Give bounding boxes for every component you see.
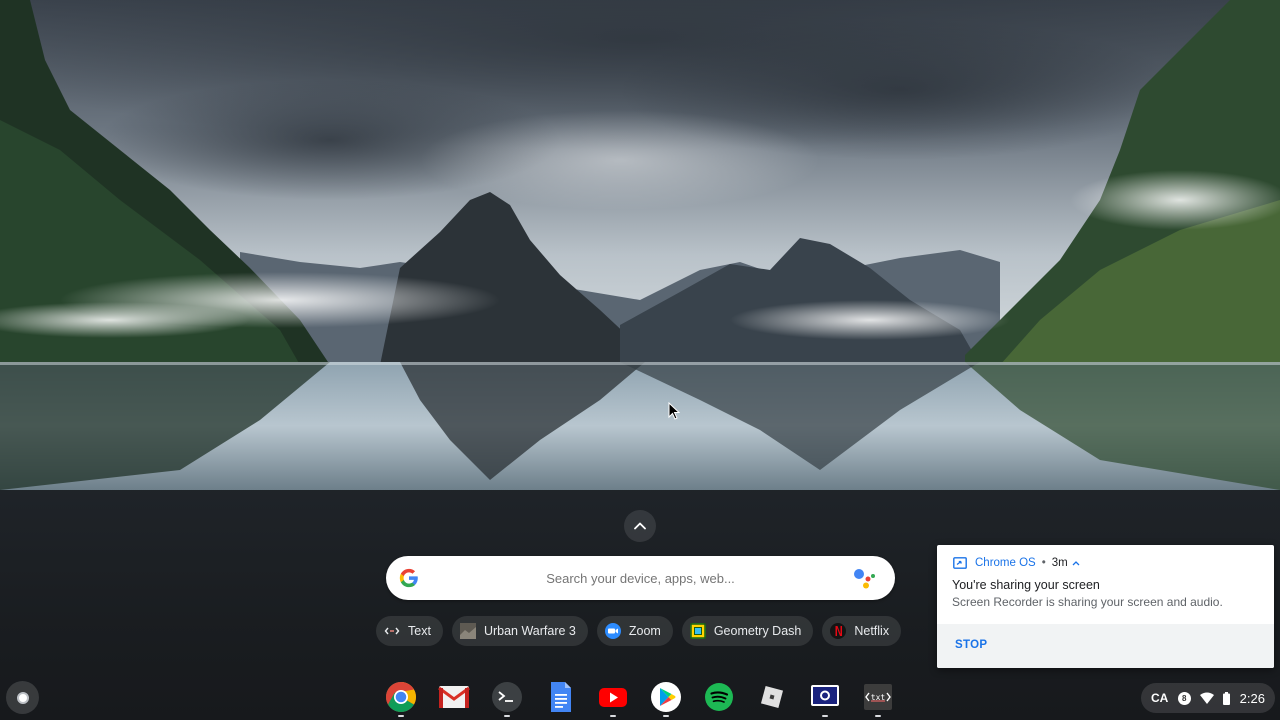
shelf-app-gmail[interactable] bbox=[438, 681, 470, 715]
suggestion-chip-zoom[interactable]: Zoom bbox=[596, 616, 673, 646]
shelf-app-terminal[interactable] bbox=[491, 681, 523, 717]
screen-recorder-icon bbox=[811, 685, 839, 706]
terminal-icon bbox=[492, 682, 522, 712]
shelf-app-play-store[interactable] bbox=[650, 681, 682, 717]
shelf-app-google-docs[interactable] bbox=[544, 681, 576, 715]
search-input[interactable] bbox=[446, 556, 835, 602]
suggestion-chip-label: Geometry Dash bbox=[713, 624, 802, 638]
suggestion-chips: Text Urban Warfare 3 Zoom Geometry Dash … bbox=[376, 616, 902, 646]
text-editor-icon: txt bbox=[864, 684, 892, 710]
stop-sharing-button[interactable]: STOP bbox=[955, 639, 987, 651]
suggestion-chip-netflix[interactable]: Netflix bbox=[822, 616, 902, 646]
notification-time: 3m bbox=[1051, 557, 1068, 569]
urban-warfare-icon bbox=[459, 623, 476, 639]
shelf-app-spotify[interactable] bbox=[703, 681, 735, 715]
running-indicator bbox=[663, 715, 669, 717]
shelf-app-text-editor[interactable]: txt bbox=[862, 681, 894, 717]
notification-app-name: Chrome OS bbox=[975, 557, 1036, 569]
launcher-button[interactable] bbox=[6, 681, 39, 714]
geometry-dash-icon bbox=[689, 623, 706, 639]
shelf-app-roblox[interactable] bbox=[756, 681, 788, 715]
shelf-app-youtube[interactable] bbox=[597, 681, 629, 717]
running-indicator bbox=[610, 715, 616, 717]
screen-share-icon bbox=[953, 557, 967, 569]
chrome-icon bbox=[385, 682, 417, 713]
notification-message: Screen Recorder is sharing your screen a… bbox=[952, 595, 1223, 609]
notification-separator: • bbox=[1041, 557, 1046, 569]
input-method-indicator: CA bbox=[1151, 691, 1169, 705]
running-indicator bbox=[875, 715, 881, 717]
text-app-icon bbox=[384, 623, 400, 639]
chevron-up-icon[interactable] bbox=[1072, 558, 1080, 568]
google-docs-icon bbox=[551, 682, 571, 712]
launcher-search-box[interactable] bbox=[386, 556, 895, 602]
suggestion-chip-label: Zoom bbox=[628, 624, 661, 638]
shelf: txt bbox=[385, 681, 894, 717]
shelf-app-screen-recorder[interactable] bbox=[809, 681, 841, 717]
wifi-icon bbox=[1200, 692, 1214, 704]
notification-actions: STOP bbox=[937, 624, 1274, 668]
chromeos-desktop: Text Urban Warfare 3 Zoom Geometry Dash … bbox=[0, 0, 1280, 720]
notification-title: You're sharing your screen bbox=[952, 578, 1100, 592]
system-tray[interactable]: CA 8 2:26 bbox=[1141, 683, 1275, 713]
suggestion-chip-urban-warfare[interactable]: Urban Warfare 3 bbox=[451, 616, 588, 646]
google-assistant-icon[interactable] bbox=[853, 567, 877, 589]
chevron-up-icon bbox=[634, 522, 646, 530]
suggestion-chip-geometry-dash[interactable]: Geometry Dash bbox=[681, 616, 814, 646]
netflix-icon bbox=[830, 623, 847, 639]
shelf-app-chrome[interactable] bbox=[385, 681, 417, 717]
youtube-icon bbox=[599, 688, 627, 707]
zoom-icon bbox=[604, 623, 621, 639]
suggestion-chip-label: Netflix bbox=[854, 624, 890, 638]
play-store-icon bbox=[651, 682, 681, 712]
gmail-icon bbox=[438, 686, 470, 708]
screen-sharing-notification[interactable]: Chrome OS • 3m You're sharing your scree… bbox=[937, 545, 1274, 668]
google-g-icon bbox=[399, 568, 418, 588]
launcher-circle-icon bbox=[16, 691, 29, 704]
spotify-icon bbox=[705, 683, 733, 711]
notification-header: Chrome OS • 3m bbox=[953, 556, 1080, 570]
notification-count-badge: 8 bbox=[1177, 691, 1191, 705]
battery-icon bbox=[1223, 691, 1231, 705]
running-indicator bbox=[504, 715, 510, 717]
suggestion-chip-label: Urban Warfare 3 bbox=[483, 624, 576, 638]
suggestion-chip-text[interactable]: Text bbox=[376, 616, 443, 646]
suggestion-chip-label: Text bbox=[408, 624, 431, 638]
expand-launcher-button[interactable] bbox=[624, 510, 656, 542]
roblox-icon bbox=[760, 685, 784, 709]
clock: 2:26 bbox=[1239, 690, 1265, 706]
running-indicator bbox=[822, 715, 828, 717]
mouse-cursor-icon bbox=[668, 402, 680, 420]
running-indicator bbox=[398, 715, 404, 717]
